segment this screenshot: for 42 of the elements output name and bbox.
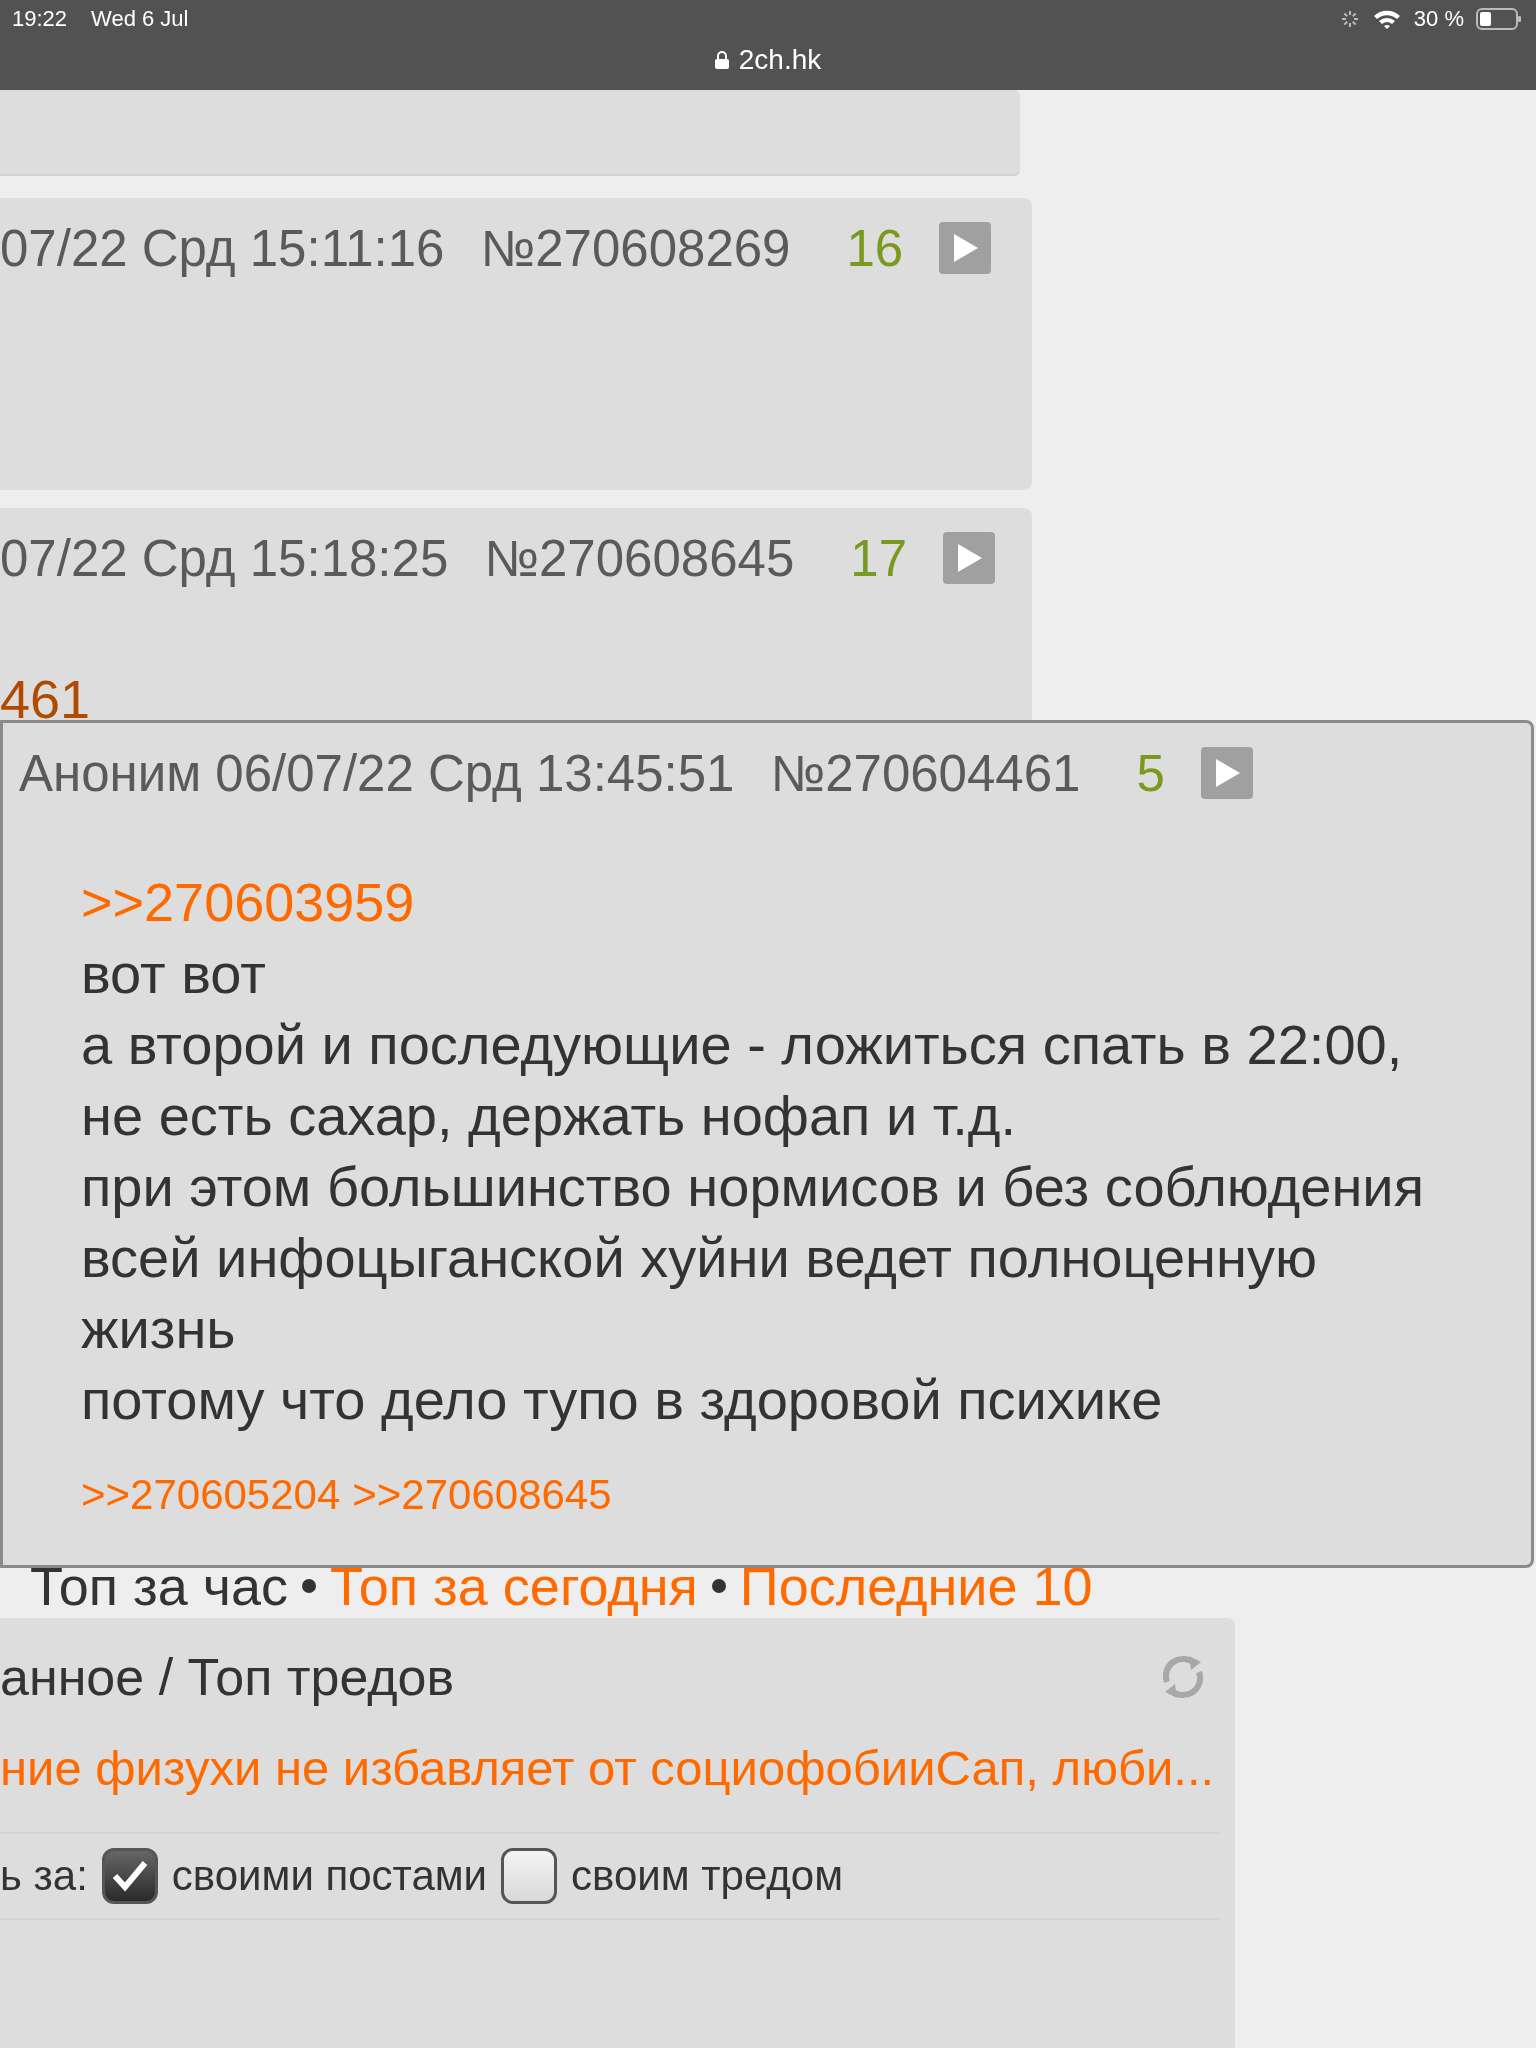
status-time: 19:22 (12, 6, 68, 32)
backlink[interactable]: >>270608645 (352, 1471, 612, 1519)
play-button[interactable] (1200, 747, 1253, 799)
backlink[interactable]: >>270605204 (81, 1471, 341, 1519)
post-number[interactable]: №270608269 (480, 218, 791, 278)
battery-icon (1476, 8, 1522, 30)
post-text-line: вот вот (81, 941, 266, 1007)
checkbox-label: своими постами (171, 1852, 488, 1900)
thread-link[interactable]: ние физухи не избавляет от социофобииСап, люби... (0, 1740, 1215, 1796)
post-text-line: не есть сахар, держать нофап и т.д. (81, 1083, 1017, 1149)
post-text-line: всей инфоцыганской хуйни ведет полноценную (81, 1225, 1317, 1291)
watch-label: ь за: (0, 1852, 88, 1900)
post-text-line: при этом большинство нормисов и без соблюдения (81, 1154, 1424, 1220)
panel-title: анное / Топ тредов (0, 1647, 455, 1707)
post-index: 17 (850, 528, 907, 588)
checkbox-label: своим тредом (571, 1852, 844, 1900)
top-nav-link[interactable]: Топ за час (30, 1555, 288, 1617)
post-index: 5 (1136, 743, 1165, 803)
post-number[interactable]: №270608645 (484, 528, 795, 588)
checkbox[interactable] (101, 1848, 158, 1904)
top-nav-link[interactable]: Последние 10 (739, 1555, 1093, 1617)
post-text-line: а второй и последующие - ложиться спать в 22:00, (81, 1012, 1403, 1078)
post-author: Аноним (19, 743, 202, 803)
post-text-line: потому что дело тупо в здоровой психике (81, 1367, 1163, 1433)
lock-icon (714, 51, 729, 69)
post-datetime: 07/22 Срд 15:11:16 (0, 218, 445, 278)
status-date: Wed 6 Jul (91, 6, 189, 32)
post-number[interactable]: №270604461 (770, 743, 1081, 803)
post-datetime: 06/07/22 Срд 13:45:51 (215, 743, 735, 803)
top-nav-link[interactable]: Топ за сегодня (330, 1555, 698, 1617)
post-text-line: жизнь (81, 1296, 236, 1362)
battery-percent: 30 % (1413, 6, 1464, 32)
play-button[interactable] (943, 532, 995, 584)
play-button[interactable] (939, 222, 992, 274)
url-text[interactable]: 2ch.hk (738, 44, 822, 76)
post-index: 16 (846, 218, 904, 278)
checkbox[interactable] (501, 1848, 558, 1904)
separator-dot (302, 1579, 316, 1593)
post-datetime: 07/22 Срд 15:18:25 (0, 528, 449, 588)
activity-icon (1339, 9, 1360, 29)
separator-dot (711, 1579, 726, 1593)
reply-link[interactable]: >>270603959 (81, 867, 415, 938)
